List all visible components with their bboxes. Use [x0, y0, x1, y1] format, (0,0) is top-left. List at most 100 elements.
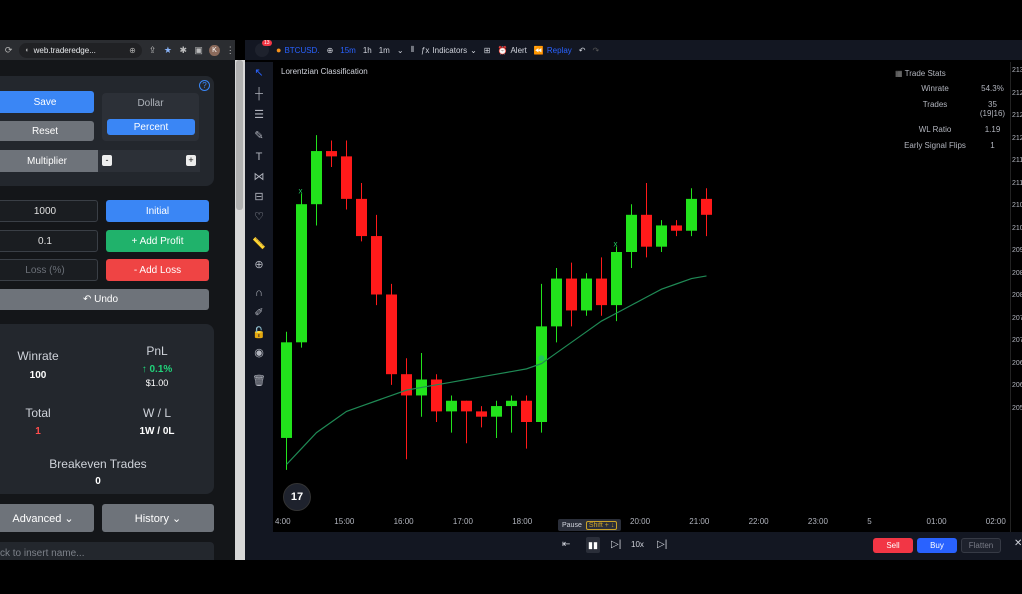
browser-toolbar: ⟳ ◐ web.traderedge... ⊕ ⇪ ★ ✱ ▣ K ⋮ [0, 40, 235, 60]
multiplier-stepper[interactable] [98, 150, 200, 172]
favorites-icon[interactable]: ♡ [252, 210, 266, 224]
indicators-button[interactable]: ƒx Indicators ⌄ [421, 46, 477, 55]
initial-button[interactable]: Initial [106, 200, 209, 222]
alert-button[interactable]: ⏰ Alert [497, 46, 526, 55]
total-label: Total [25, 406, 51, 420]
lock-icon[interactable]: 🔓 [252, 326, 266, 340]
jump-to-start-icon[interactable]: ⇤ [562, 539, 570, 550]
bearish-candle [671, 225, 682, 231]
menu-icon[interactable]: ⋮ [226, 45, 235, 56]
cursor-icon[interactable]: ↖ [252, 66, 266, 80]
reset-button[interactable]: Reset [0, 121, 94, 141]
price-tick-label: 211 [1012, 179, 1022, 187]
wl-label: W / L [142, 406, 171, 420]
undo-icon[interactable]: ↶ [579, 46, 586, 55]
magnet-icon[interactable]: ∩ [252, 286, 266, 300]
time-tick-label: 22:00 [748, 517, 769, 526]
loss-input[interactable]: Loss (%) [0, 259, 98, 281]
ruler-icon[interactable]: 📏 [252, 237, 266, 251]
time-tick-label: 4:00 [275, 517, 291, 526]
text-icon[interactable]: T [252, 150, 266, 164]
tradingview-logo-icon[interactable]: 17 [283, 483, 311, 511]
patterns-icon[interactable]: ⋈ [252, 170, 266, 184]
compare-symbol-icon[interactable]: ⊕ [327, 46, 334, 55]
flatten-button[interactable]: Flatten [961, 538, 1001, 553]
dollar-option[interactable]: Dollar [102, 98, 199, 109]
pnl-label: PnL [146, 344, 168, 358]
undo-button[interactable]: ↶ Undo [0, 289, 209, 310]
chevron-down-icon: ⌄ [470, 45, 477, 55]
address-bar[interactable]: ◐ web.traderedge... ⊕ [19, 42, 142, 58]
add-profit-button[interactable]: + Add Profit [106, 230, 209, 252]
sell-button[interactable]: Sell [873, 538, 913, 553]
bullish-candle [611, 252, 622, 306]
bearish-candle [341, 156, 352, 199]
trendlines-icon[interactable]: ☰ [252, 108, 266, 122]
chart-area[interactable]: Lorentzian Classification ▦ Trade Stats … [275, 62, 1010, 532]
bullish-candle [446, 400, 457, 412]
history-button[interactable]: History ⌄ [102, 504, 214, 532]
time-axis[interactable]: 4:00 15:00 16:00 17:00 18:00 20:00 21:00 22:00 2… [275, 515, 1022, 529]
interval-dropdown-icon[interactable]: ⌄ [397, 46, 404, 55]
interval-1m[interactable]: 1m [379, 46, 390, 55]
bookmark-star-icon[interactable]: ★ [163, 45, 172, 56]
prediction-icon[interactable]: ⊟ [252, 190, 266, 204]
name-input[interactable]: ck to insert name... [0, 542, 214, 560]
percent-option[interactable]: Percent [107, 119, 195, 135]
crosshair-icon[interactable]: ┼ [252, 87, 266, 101]
profile-icon[interactable]: 13 [255, 40, 272, 57]
profit-input[interactable]: 0.1 [0, 230, 98, 252]
price-tick-label: 210 [1012, 224, 1022, 232]
interval-15m[interactable]: 15m [340, 46, 356, 55]
signal-marker: x [299, 187, 303, 196]
share-icon[interactable]: ⇪ [148, 45, 157, 56]
drawing-toolbar: ↖ ┼ ☰ ✎ T ⋈ ⊟ ♡ 📏 ⊕ ∩ ✐ 🔓 ◉ 🗑 [245, 62, 273, 532]
bullish-candle [281, 342, 292, 438]
extensions-icon[interactable]: ✱ [179, 45, 188, 56]
pause-button[interactable]: ▮▮ [586, 537, 600, 553]
time-tick-label: 01:00 [926, 517, 947, 526]
bearish-candle [521, 400, 532, 422]
brush-icon[interactable]: ✎ [252, 129, 266, 143]
close-replay-icon[interactable]: ✕ [1014, 538, 1022, 549]
scrollbar-thumb[interactable] [236, 60, 243, 210]
bearish-candle [401, 374, 412, 396]
alert-label: Alert [510, 45, 527, 55]
trash-icon[interactable]: 🗑 [252, 374, 266, 388]
zoom-in-icon[interactable]: ⊕ [252, 258, 266, 272]
replay-button[interactable]: ⏪ Replay [534, 46, 572, 55]
advanced-button[interactable]: Advanced ⌄ [0, 504, 94, 532]
initial-input[interactable]: 1000 [0, 200, 98, 222]
bullish-candle [296, 204, 307, 343]
signal-marker: x [614, 240, 618, 249]
site-info-icon[interactable]: ◐ [25, 47, 29, 54]
buy-button[interactable]: Buy [917, 538, 957, 553]
zoom-icon[interactable]: ⊕ [129, 46, 136, 55]
bullish-candle [626, 214, 637, 252]
redo-icon[interactable]: ↷ [592, 46, 599, 55]
price-axis[interactable]: 213 212 212 212 211 211 210 210 209 208 208 207 207 2… [1010, 62, 1022, 532]
eye-icon[interactable]: ◉ [252, 346, 266, 360]
interval-1h[interactable]: 1h [363, 46, 372, 55]
help-icon[interactable]: ? [199, 80, 210, 91]
save-button[interactable]: Save [0, 91, 94, 113]
speed-selector[interactable]: 10x [631, 540, 644, 549]
candle-type-icon[interactable]: ⫴ [411, 45, 414, 55]
url-text: web.traderedge... [33, 45, 96, 55]
reload-icon[interactable]: ⟳ [4, 45, 13, 56]
step-forward-icon[interactable]: ▷| [611, 539, 621, 550]
layouts-icon[interactable]: ⊞ [484, 46, 491, 55]
multiplier-minus-button[interactable]: - [102, 155, 112, 166]
avatar[interactable]: K [209, 44, 220, 56]
bullish-candle [551, 278, 562, 327]
symbol-search[interactable]: ● BTCUSD. [276, 45, 320, 55]
pnl-usd: $1.00 [145, 378, 169, 388]
signal-dot [538, 355, 545, 362]
add-loss-button[interactable]: - Add Loss [106, 259, 209, 281]
sidepanel-icon[interactable]: ▣ [194, 45, 203, 56]
jump-to-realtime-icon[interactable]: ▷| [657, 539, 667, 550]
multiplier-plus-button[interactable]: + [186, 155, 196, 166]
time-tick-label: 20:00 [630, 517, 651, 526]
stay-drawing-icon[interactable]: ✐ [252, 306, 266, 320]
total-value: 1 [35, 426, 41, 437]
